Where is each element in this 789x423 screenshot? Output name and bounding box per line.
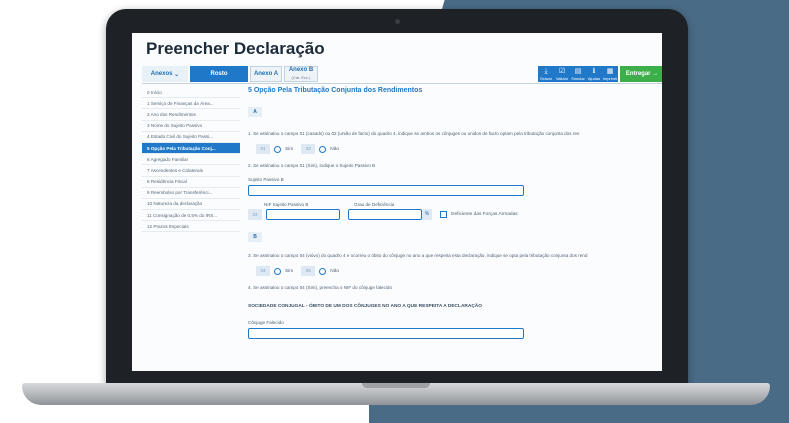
nif-input[interactable]: [266, 209, 340, 220]
radio-sim[interactable]: [274, 145, 281, 153]
tab-anexo-b[interactable]: Anexo B (Cat. Ecc.): [284, 66, 318, 82]
question-4: 4. Se assinalou o campo 04 (Sim), preenc…: [248, 285, 393, 290]
laptop-lid: Preencher Declaração Anexos ⌄ Rosto Anex…: [106, 9, 688, 389]
submit-button[interactable]: Entregar →: [620, 66, 662, 82]
sidebar-item[interactable]: 10 Natureza da declaração: [142, 199, 240, 211]
deficiente-checkbox[interactable]: [440, 211, 447, 218]
main-content: 5 Opção Pela Tributação Conjunta dos Ren…: [248, 87, 662, 339]
checkbox-label: Deficiente das Forças Armadas: [451, 212, 518, 217]
percent-suffix: %: [422, 209, 432, 220]
radio-label: Não: [330, 146, 340, 152]
print-icon: ▦: [606, 67, 614, 75]
save-button-label: Gravar: [539, 75, 553, 81]
sidebar-item[interactable]: 6 Agregado Familiar: [142, 154, 240, 166]
webcam: [395, 19, 400, 24]
sidebar-item[interactable]: 0 Início: [142, 87, 240, 99]
sidebar-item[interactable]: 8 Residência Fiscal: [142, 177, 240, 188]
print-button[interactable]: ▦ Imprimir: [602, 66, 618, 82]
radio-label: Sim: [285, 268, 294, 274]
sidebar-item[interactable]: 11 Consignação de 0,5% do IRS...: [142, 210, 240, 222]
chevron-down-icon: ⌄: [174, 71, 180, 78]
field-label: Sujeito Passivo B: [248, 177, 284, 182]
download-icon: ⤓: [544, 67, 548, 75]
sujeito-passivo-b-input[interactable]: [248, 185, 524, 196]
conjuge-falecido-input[interactable]: [248, 328, 524, 339]
radio-nao[interactable]: [319, 267, 327, 275]
info-icon: ℹ: [592, 67, 596, 75]
sidebar: 0 Início 1 Serviço de Finanças da Área..…: [142, 87, 240, 233]
question-2: 2. Se assinalou o campo 01 (Sim), indiqu…: [248, 163, 376, 168]
simulate-button[interactable]: ▤ Simular: [570, 66, 586, 82]
laptop-base-notch: [362, 383, 430, 388]
grau-deficiencia-input[interactable]: [348, 209, 422, 220]
radio-sim[interactable]: [274, 267, 281, 275]
laptop-base: [22, 383, 770, 405]
field-label: NIF Sujeito Passivo B: [264, 202, 309, 207]
help-button[interactable]: ℹ Ajudas: [586, 66, 602, 82]
nif-row: 03 % Deficiente das Forças Armadas: [248, 209, 662, 220]
sidebar-item[interactable]: 9 Reembolso por Transferênci...: [142, 188, 240, 199]
save-button[interactable]: ⤓ Gravar: [538, 66, 554, 82]
field-code: 05: [301, 266, 316, 276]
laptop-screen: Preencher Declaração Anexos ⌄ Rosto Anex…: [132, 33, 662, 371]
option-row-1: 01 Sim 02 Não: [256, 144, 662, 154]
radio-label: Não: [330, 268, 340, 274]
validate-button-label: Validar: [555, 75, 569, 81]
page-title: Preencher Declaração: [146, 39, 325, 58]
help-button-label: Ajudas: [587, 75, 601, 81]
tab-anexos[interactable]: Anexos ⌄: [142, 66, 188, 82]
sidebar-item[interactable]: 7 Ascendentes e Colaterais: [142, 165, 240, 177]
option-row-2: 04 Sim 05 Não: [256, 266, 662, 276]
field-code: 04: [256, 266, 270, 276]
top-tab-bar: Anexos ⌄ Rosto Anexo A Anexo B (Cat. Ecc.…: [142, 65, 662, 84]
tab-anexo-b-sublabel: (Cat. Ecc.): [291, 75, 311, 80]
sidebar-item[interactable]: 4 Estado Civil do Sujeito Passi...: [142, 132, 240, 143]
print-button-label: Imprimir: [602, 75, 618, 81]
tab-rosto[interactable]: Rosto: [190, 66, 248, 82]
radio-label: Sim: [285, 146, 294, 152]
question-1: 1. Se assinalou o campo 01 (casado) ou 0…: [248, 131, 580, 136]
sidebar-item[interactable]: 12 Prazos Especiais: [142, 221, 240, 233]
sidebar-item-active[interactable]: 5 Opção Pela Tributação Conj...: [142, 142, 240, 155]
field-labels-row: NIF Sujeito Passivo B Grau de Deficiênci…: [248, 202, 662, 207]
field-code: 03: [248, 209, 262, 220]
calculator-icon: ▤: [574, 67, 582, 75]
section-a-badge: A: [248, 107, 262, 117]
sidebar-item[interactable]: 2 Ano dos Rendimentos: [142, 109, 240, 121]
sidebar-item[interactable]: 1 Serviço de Finanças da Área...: [142, 98, 240, 110]
validate-button[interactable]: ☑ Validar: [554, 66, 570, 82]
simulate-button-label: Simular: [571, 75, 585, 81]
radio-nao[interactable]: [319, 145, 327, 153]
field-code: 02: [301, 144, 316, 154]
tab-anexos-label: Anexos: [150, 71, 173, 77]
sidebar-item[interactable]: 3 Nome do Sujeito Passivo: [142, 121, 240, 132]
tab-anexo-a[interactable]: Anexo A: [250, 66, 282, 82]
section-b-badge: B: [248, 232, 262, 242]
tab-anexo-b-label: Anexo B: [288, 67, 314, 73]
subsection-heading: SOCIEDADE CONJUGAL - ÓBITO DE UM DOS CÔN…: [248, 304, 482, 309]
field-code: 01: [256, 144, 270, 154]
check-icon: ☑: [558, 67, 566, 75]
section-title: 5 Opção Pela Tributação Conjunta dos Ren…: [248, 87, 423, 94]
question-3: 3. Se assinalou o campo 04 (viúvo) do qu…: [248, 253, 588, 258]
field-label: Grau de Deficiência: [354, 202, 395, 207]
field-label: Cônjuge Falecido: [248, 320, 284, 325]
